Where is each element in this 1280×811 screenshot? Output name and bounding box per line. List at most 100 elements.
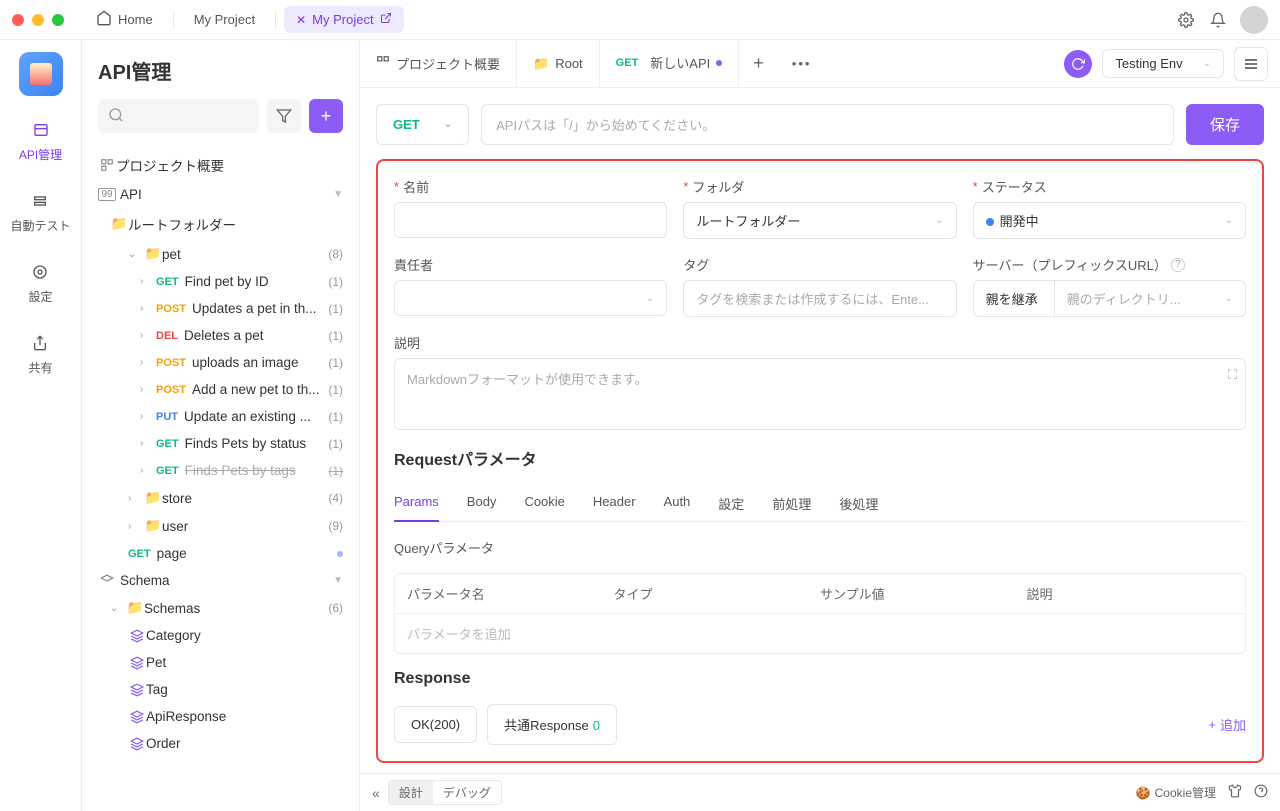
tab-home[interactable]: Home bbox=[84, 4, 165, 35]
add-tab-button[interactable]: + bbox=[739, 53, 778, 74]
tree-schema-root[interactable]: Schema ▼ bbox=[90, 567, 351, 594]
tree-schema-item[interactable]: Order bbox=[90, 730, 351, 757]
close-icon[interactable]: ✕ bbox=[296, 13, 306, 27]
required-icon: * bbox=[394, 179, 399, 194]
collapse-button[interactable]: « bbox=[372, 785, 380, 801]
param-tab-cookie[interactable]: Cookie bbox=[524, 486, 564, 521]
close-window[interactable] bbox=[12, 14, 24, 26]
column-header: サンプル値 bbox=[820, 584, 1027, 603]
tree-folder-store[interactable]: › 📁 store (4) bbox=[90, 484, 351, 512]
param-tab-後処理[interactable]: 後処理 bbox=[839, 486, 878, 521]
param-tab-設定[interactable]: 設定 bbox=[718, 486, 744, 521]
name-input[interactable] bbox=[394, 202, 667, 238]
tree-api-item[interactable]: ›POSTuploads an image(1) bbox=[90, 349, 351, 376]
help-icon[interactable]: ? bbox=[1171, 258, 1185, 272]
add-param-row[interactable]: パラメータを追加 bbox=[395, 614, 1245, 653]
url-row: GET ⌄ APIパスは「/」から始めてください。 保存 bbox=[376, 104, 1264, 145]
tree-schema-item[interactable]: Pet bbox=[90, 649, 351, 676]
search-input[interactable] bbox=[98, 99, 259, 133]
filter-button[interactable] bbox=[267, 99, 301, 133]
tree-schemas-folder[interactable]: ⌄ 📁 Schemas (6) bbox=[90, 594, 351, 622]
env-refresh-icon[interactable] bbox=[1064, 50, 1092, 78]
chevron-right-icon: › bbox=[140, 330, 156, 341]
response-common[interactable]: 共通Response0 bbox=[487, 704, 617, 745]
folder-icon: 📁 bbox=[126, 600, 144, 616]
status-select[interactable]: 開発中⌄ bbox=[973, 202, 1246, 239]
cube-icon bbox=[128, 737, 146, 751]
required-icon: * bbox=[973, 179, 978, 194]
tab-project-2[interactable]: ✕ My Project bbox=[284, 6, 403, 33]
response-ok[interactable]: OK(200) bbox=[394, 706, 477, 743]
param-tab-header[interactable]: Header bbox=[593, 486, 636, 521]
rail-share[interactable]: 共有 bbox=[24, 327, 56, 380]
tree-api-root[interactable]: 99 API ▼ bbox=[90, 181, 351, 208]
param-tab-params[interactable]: Params bbox=[394, 486, 439, 522]
tree-api-page[interactable]: GET page bbox=[90, 540, 351, 567]
save-button[interactable]: 保存 bbox=[1186, 104, 1264, 145]
tree-schema-item[interactable]: Tag bbox=[90, 676, 351, 703]
ctab-overview[interactable]: プロジェクト概要 bbox=[360, 40, 517, 87]
rail-settings[interactable]: 設定 bbox=[24, 256, 56, 309]
ctab-new-api[interactable]: GET 新しいAPI bbox=[600, 40, 740, 87]
tree-schema-item[interactable]: ApiResponse bbox=[90, 703, 351, 730]
mode-design[interactable]: 設計 bbox=[389, 781, 433, 804]
app-logo[interactable] bbox=[19, 52, 63, 96]
param-tab-前処理[interactable]: 前処理 bbox=[772, 486, 811, 521]
maximize-window[interactable] bbox=[52, 14, 64, 26]
tree-api-item[interactable]: ›POSTUpdates a pet in th...(1) bbox=[90, 295, 351, 322]
chevron-right-icon: › bbox=[140, 357, 156, 368]
menu-button[interactable] bbox=[1234, 47, 1268, 81]
settings-icon bbox=[28, 260, 52, 284]
tree-label: Updates a pet in th... bbox=[192, 301, 324, 316]
tree-label: store bbox=[162, 491, 324, 506]
add-button[interactable]: + bbox=[309, 99, 343, 133]
tag-input[interactable]: タグを検索または作成するには、Ente... bbox=[683, 280, 956, 317]
help-footer-icon[interactable] bbox=[1254, 784, 1268, 801]
tree-root-folder[interactable]: 📁 ルートフォルダー bbox=[90, 208, 351, 240]
rail-label: API管理 bbox=[19, 146, 62, 163]
rail-label: 自動テスト bbox=[10, 217, 70, 234]
bell-icon[interactable] bbox=[1208, 10, 1228, 30]
url-input[interactable]: APIパスは「/」から始めてください。 bbox=[481, 104, 1174, 145]
expand-icon[interactable]: ⛶ bbox=[1228, 367, 1237, 383]
rail-autotest[interactable]: 自動テスト bbox=[6, 185, 74, 238]
field-label: 責任者 bbox=[394, 255, 433, 274]
method-select[interactable]: GET ⌄ bbox=[376, 104, 469, 145]
tree-api-item[interactable]: ›DELDeletes a pet(1) bbox=[90, 322, 351, 349]
rail-api-manage[interactable]: API管理 bbox=[15, 114, 66, 167]
tree-api-item[interactable]: ›GETFinds Pets by status(1) bbox=[90, 430, 351, 457]
ctab-root[interactable]: 📁 Root bbox=[517, 40, 600, 87]
param-tab-auth[interactable]: Auth bbox=[664, 486, 691, 521]
tab-project-1[interactable]: My Project bbox=[182, 6, 267, 33]
more-tabs-button[interactable]: ••• bbox=[778, 56, 826, 71]
top-tabs: Home My Project ✕ My Project bbox=[84, 4, 1176, 35]
tree-api-item[interactable]: ›PUTUpdate an existing ...(1) bbox=[90, 403, 351, 430]
tree-folder-pet[interactable]: ⌄ 📁 pet (8) bbox=[90, 240, 351, 268]
tree-api-item[interactable]: ›GETFinds Pets by tags(1) bbox=[90, 457, 351, 484]
tree-schema-item[interactable]: Category bbox=[90, 622, 351, 649]
gear-icon[interactable] bbox=[1176, 10, 1196, 30]
param-tab-body[interactable]: Body bbox=[467, 486, 497, 521]
tree-folder-user[interactable]: › 📁 user (9) bbox=[90, 512, 351, 540]
minimize-window[interactable] bbox=[32, 14, 44, 26]
status-dot-icon bbox=[986, 218, 994, 226]
method-badge: GET bbox=[156, 438, 179, 450]
tree-api-item[interactable]: ›POSTAdd a new pet to th...(1) bbox=[90, 376, 351, 403]
tree-project-overview[interactable]: プロジェクト概要 bbox=[90, 149, 351, 181]
shirt-icon[interactable] bbox=[1228, 784, 1242, 801]
cookie-manage[interactable]: 🍪Cookie管理 bbox=[1136, 784, 1216, 801]
server-select[interactable]: 親を継承 親のディレクトリ...⌄ bbox=[973, 280, 1246, 317]
param-tabs: Params Body Cookie Header Auth 設定前処理後処理 bbox=[394, 486, 1246, 522]
add-response-button[interactable]: +追加 bbox=[1208, 715, 1246, 734]
cookie-icon: 🍪 bbox=[1136, 786, 1151, 800]
field-label: タグ bbox=[683, 255, 709, 274]
owner-select[interactable]: ⌄ bbox=[394, 280, 667, 316]
folder-select[interactable]: ルートフォルダー⌄ bbox=[683, 202, 956, 239]
env-select[interactable]: Testing Env ⌄ bbox=[1102, 49, 1224, 78]
description-textarea[interactable]: Markdownフォーマットが使用できます。 ⛶ bbox=[394, 358, 1246, 430]
mode-debug[interactable]: デバッグ bbox=[433, 781, 501, 804]
home-icon bbox=[96, 10, 112, 29]
tree-api-item[interactable]: ›GETFind pet by ID(1) bbox=[90, 268, 351, 295]
avatar[interactable] bbox=[1240, 6, 1268, 34]
search-icon bbox=[108, 107, 124, 126]
